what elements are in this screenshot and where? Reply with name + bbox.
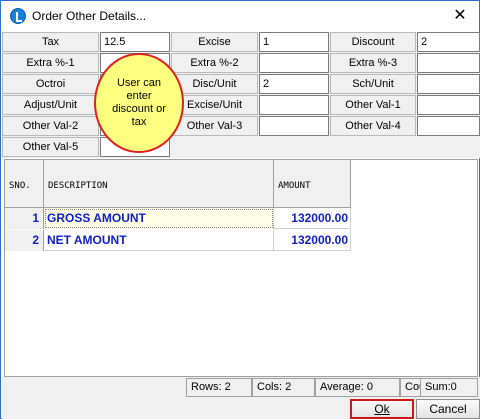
- column-header-sno[interactable]: SNO.: [5, 160, 44, 208]
- ok-button-label: Ok: [374, 402, 390, 416]
- status-rows: Rows: 2: [186, 378, 252, 397]
- details-form: Tax 12.5 Extra %-1 Octroi Adjust/Unit Ot…: [2, 32, 480, 158]
- disc-unit-label: Disc/Unit: [171, 74, 258, 94]
- description-cell[interactable]: NET AMOUNT: [44, 230, 274, 251]
- callout-line: discount or: [112, 103, 166, 115]
- extra2-field[interactable]: [259, 53, 329, 73]
- other-val2-label: Other Val-2: [2, 116, 99, 136]
- row-number: 2: [5, 230, 44, 251]
- other-val5-label: Other Val-5: [2, 137, 99, 157]
- button-bar: Ok Cancel: [2, 399, 480, 419]
- excise-unit-label: Excise/Unit: [171, 95, 258, 115]
- discount-field[interactable]: 2: [417, 32, 480, 52]
- ok-button[interactable]: Ok: [350, 399, 414, 419]
- other-val4-label: Other Val-4: [330, 116, 416, 136]
- order-other-details-dialog: Order Other Details... ✕ Tax 12.5 Extra …: [0, 0, 480, 419]
- tax-field[interactable]: 12.5: [100, 32, 170, 52]
- extra1-label: Extra %-1: [2, 53, 99, 73]
- extra3-label: Extra %-3: [330, 53, 416, 73]
- status-bar: Rows: 2 Cols: 2 Average: 0 Count: 1 Sum:…: [2, 377, 480, 399]
- excise-unit-field[interactable]: [259, 95, 329, 115]
- description-cell[interactable]: GROSS AMOUNT: [44, 208, 274, 229]
- callout-line: tax: [131, 116, 147, 128]
- callout-line: User can: [116, 77, 162, 89]
- table-row[interactable]: 2 NET AMOUNT 132000.00: [5, 230, 351, 251]
- sch-unit-field[interactable]: [417, 74, 480, 94]
- column-header-amount[interactable]: AMOUNT: [274, 160, 351, 208]
- title-bar: Order Other Details... ✕: [1, 1, 479, 31]
- cancel-button-label: Cancel: [429, 402, 467, 416]
- other-val4-field[interactable]: [417, 116, 480, 136]
- other-val1-field[interactable]: [417, 95, 480, 115]
- amount-cell[interactable]: 132000.00: [274, 230, 351, 251]
- adjust-unit-label: Adjust/Unit: [2, 95, 99, 115]
- row-number: 1: [5, 208, 44, 229]
- callout-bubble: User can enter discount or tax: [94, 53, 184, 153]
- status-cols: Cols: 2: [252, 378, 315, 397]
- octroi-label: Octroi: [2, 74, 99, 94]
- other-val1-label: Other Val-1: [330, 95, 416, 115]
- other-val3-label: Other Val-3: [171, 116, 258, 136]
- callout-line: enter: [126, 90, 152, 102]
- other-val3-field[interactable]: [259, 116, 329, 136]
- excise-field[interactable]: 1: [259, 32, 329, 52]
- status-average: Average: 0: [315, 378, 400, 397]
- app-icon: [10, 8, 26, 24]
- column-header-description[interactable]: DESCRIPTION: [44, 160, 274, 208]
- sch-unit-label: Sch/Unit: [330, 74, 416, 94]
- discount-label: Discount: [330, 32, 416, 52]
- amount-grid: SNO. DESCRIPTION AMOUNT 1 GROSS AMOUNT 1…: [4, 159, 478, 377]
- cancel-button[interactable]: Cancel: [416, 399, 480, 419]
- disc-unit-field[interactable]: 2: [259, 74, 329, 94]
- close-button[interactable]: ✕: [451, 6, 469, 24]
- extra3-field[interactable]: [417, 53, 480, 73]
- table-row[interactable]: 1 GROSS AMOUNT 132000.00: [5, 208, 351, 229]
- status-sum: Sum:0: [420, 378, 478, 397]
- amount-cell[interactable]: 132000.00: [274, 208, 351, 229]
- window-title: Order Other Details...: [32, 9, 147, 23]
- extra2-label: Extra %-2: [171, 53, 258, 73]
- excise-label: Excise: [171, 32, 258, 52]
- tax-label: Tax: [2, 32, 99, 52]
